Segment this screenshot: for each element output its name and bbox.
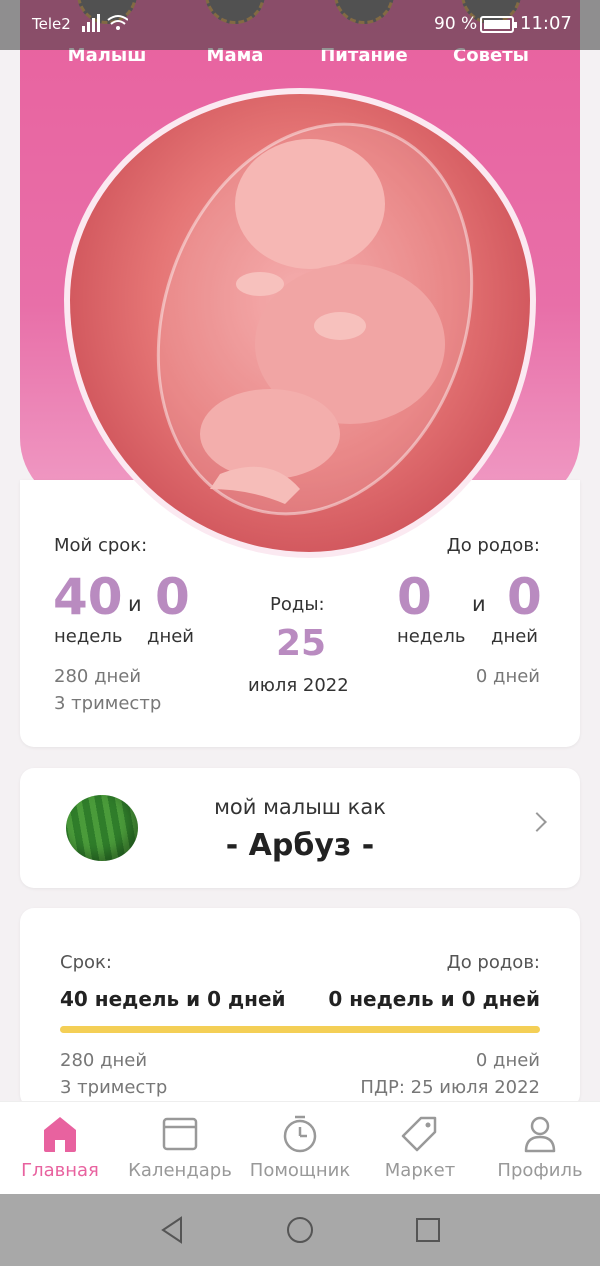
bottom-nav: Главная Календарь Помощник Маркет Профил… [0, 1101, 600, 1194]
birth-month-year: июля 2022 [248, 675, 349, 696]
trimester: 3 триместр [60, 1077, 168, 1098]
progress-bar-fill [60, 1026, 540, 1033]
birth-label: Роды: [270, 594, 325, 615]
nav-label: Календарь [128, 1160, 232, 1181]
fetus-image [70, 94, 530, 552]
nav-label: Профиль [497, 1160, 583, 1181]
calendar-icon [162, 1117, 198, 1151]
birth-day: 25 [276, 623, 327, 664]
term-value: 40 недель и 0 дней [60, 987, 286, 1011]
nav-profile[interactable]: Профиль [480, 1102, 600, 1195]
nav-market[interactable]: Маркет [360, 1102, 480, 1195]
recents-square-icon[interactable] [412, 1214, 444, 1246]
baby-like-text: мой малыш как [214, 795, 386, 819]
nav-label: Помощник [249, 1160, 351, 1181]
total-days: 280 дней [60, 1050, 148, 1071]
total-days: 280 дней [54, 666, 142, 687]
left-days: 0 дней [475, 1050, 540, 1071]
left-value: 0 недель и 0 дней [328, 987, 540, 1011]
and-label: и [128, 592, 142, 616]
baby-fruit: - Арбуз - [225, 828, 375, 863]
trimester: 3 триместр [54, 693, 162, 714]
term-label: Срок: [60, 952, 112, 973]
weeks-value: 40 [53, 568, 123, 626]
left-days-unit: дней [491, 626, 538, 647]
status-bar: Tele2 90 % 11:07 [0, 0, 600, 50]
fetus-illustration [156, 122, 474, 516]
and-label: и [472, 592, 486, 616]
battery-percent: 90 % [434, 14, 478, 34]
nav-label: Главная [21, 1160, 99, 1181]
left-weeks-unit: недель [397, 626, 466, 647]
left-weeks-value: 0 [397, 568, 432, 626]
nav-calendar[interactable]: Календарь [120, 1102, 240, 1195]
profile-icon [524, 1116, 556, 1153]
back-icon[interactable] [157, 1214, 189, 1246]
to-birth-label: До родов: [446, 535, 540, 556]
my-term-label: Мой срок: [54, 535, 148, 556]
clock: 11:07 [520, 13, 572, 34]
weeks-unit: недель [54, 626, 123, 647]
left-days-value: 0 [507, 568, 542, 626]
progress-card: Срок: До родов: 40 недель и 0 дней 0 нед… [20, 908, 580, 1108]
home-circle-icon[interactable] [284, 1214, 316, 1246]
system-nav-bar [0, 1194, 600, 1266]
progress-bar [60, 1026, 540, 1033]
battery-icon [480, 16, 517, 33]
carrier-name: Tele2 [32, 15, 71, 33]
to-birth-label: До родов: [446, 952, 540, 973]
due-date: ПДР: 25 июля 2022 [360, 1077, 540, 1098]
baby-size-card[interactable]: мой малыш как - Арбуз - [20, 768, 580, 888]
days-unit: дней [147, 626, 194, 647]
days-value: 0 [155, 568, 190, 626]
nav-label: Маркет [384, 1160, 456, 1181]
signal-wifi-icon [82, 14, 128, 32]
timer-icon [283, 1115, 317, 1153]
nav-home[interactable]: Главная [0, 1102, 120, 1195]
left-total-days: 0 дней [475, 666, 540, 687]
nav-assistant[interactable]: Помощник [240, 1102, 360, 1195]
tag-icon [401, 1116, 437, 1152]
home-icon [44, 1117, 76, 1152]
